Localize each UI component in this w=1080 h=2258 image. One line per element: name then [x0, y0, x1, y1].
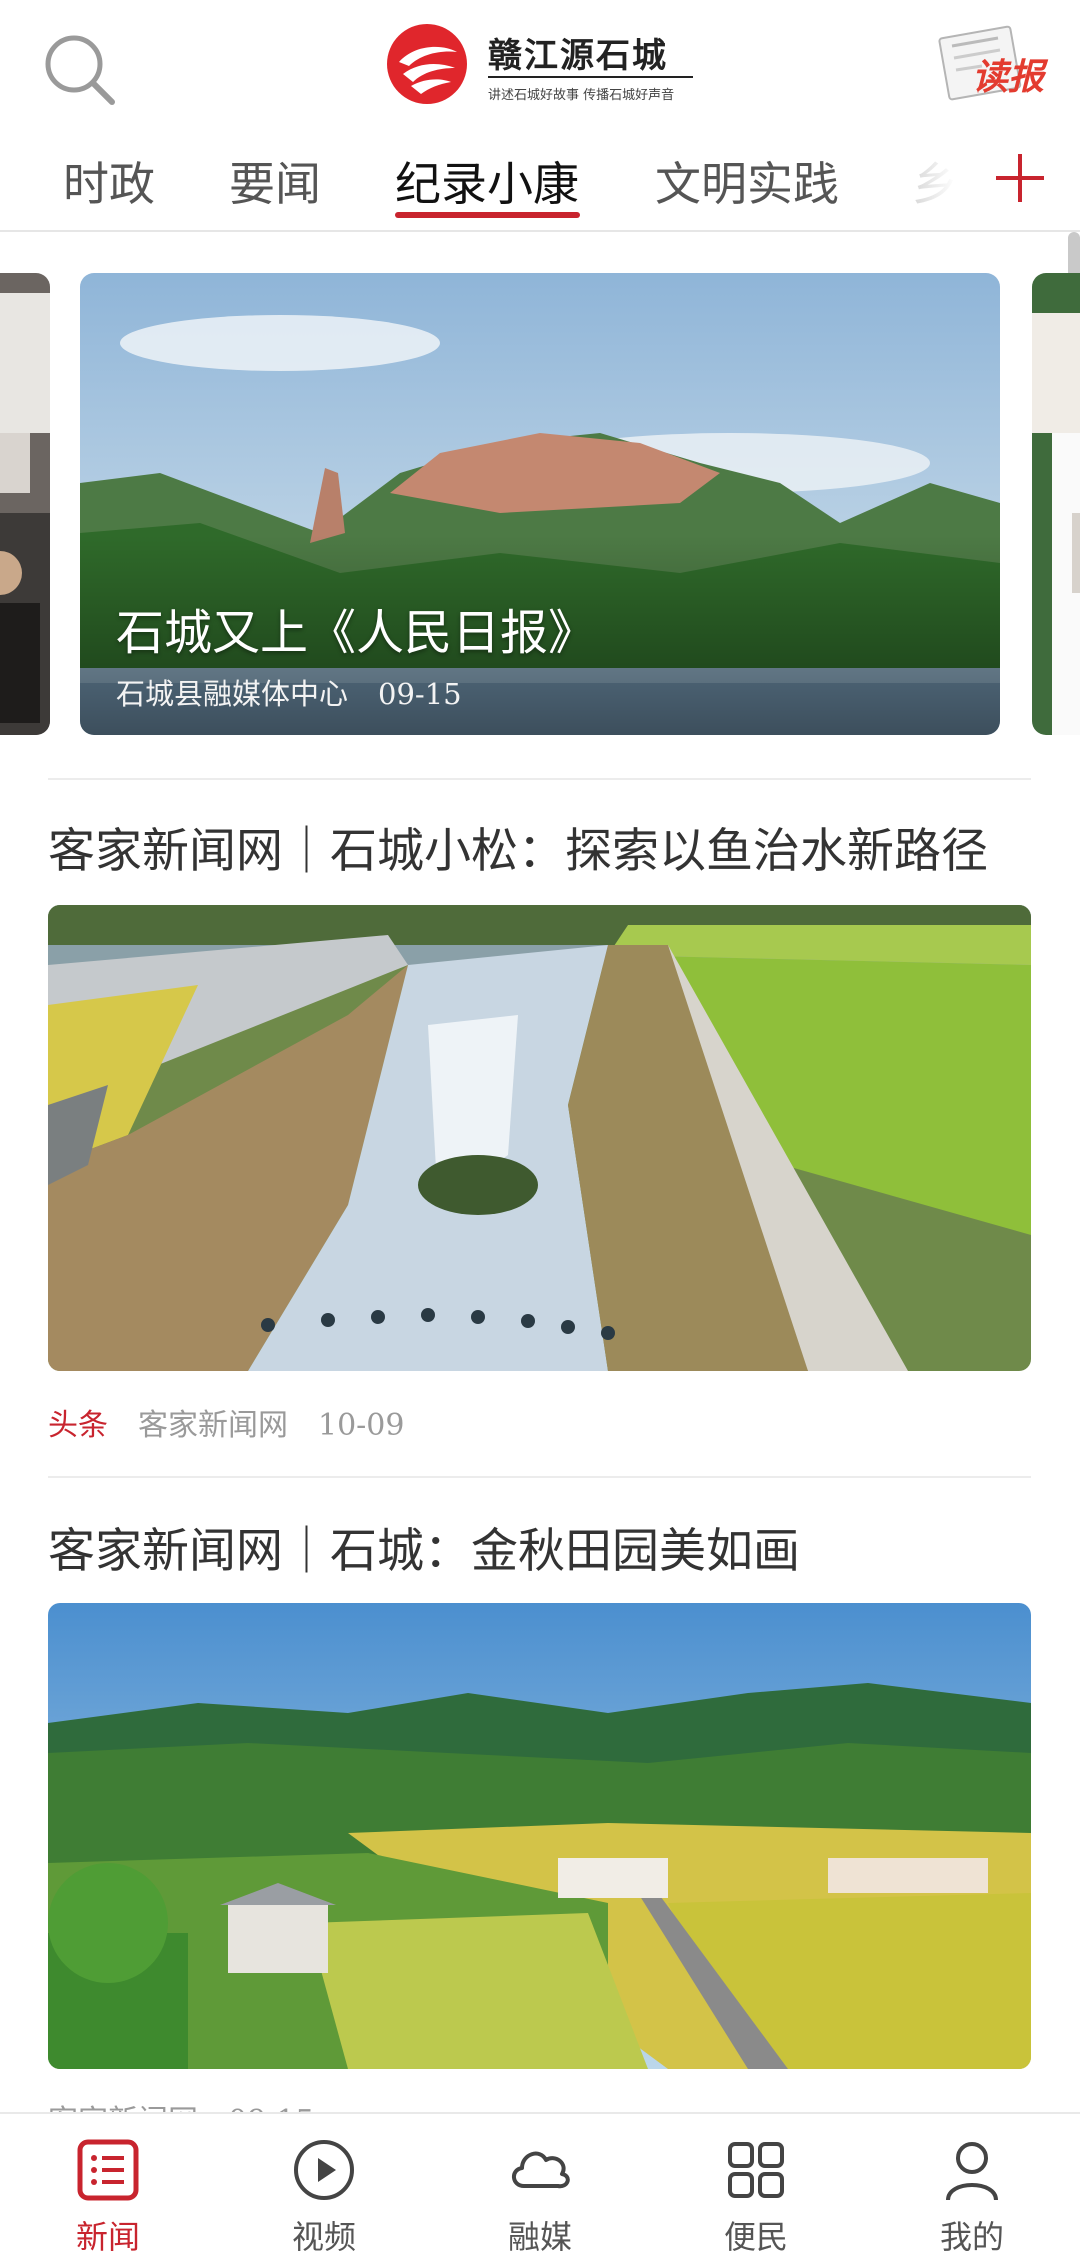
article-image-fields [48, 1603, 1031, 2069]
slide-meta: 石城县融媒体中心 09-15 [116, 671, 462, 713]
tab-politics[interactable]: 时政 [63, 148, 155, 214]
tab-civilization[interactable]: 文明实践 [655, 148, 839, 214]
article-image[interactable] [48, 905, 1031, 1371]
slide-date: 09-15 [378, 677, 462, 711]
logo-divider [488, 76, 693, 78]
nav-item-media[interactable]: 融媒 [432, 2114, 648, 2256]
play-circle-icon [294, 2140, 354, 2200]
article-image[interactable] [48, 1603, 1031, 2069]
article-title[interactable]: 客家新闻网｜石城小松：探索以鱼治水新路径 [48, 812, 988, 881]
article-image-river [48, 905, 1031, 1371]
article-date: 10-09 [318, 1408, 405, 1443]
slide-image [0, 273, 50, 735]
active-tab-indicator [395, 212, 580, 218]
carousel-slide-main[interactable]: 石城又上《人民日报》 石城县融媒体中心 09-15 [80, 273, 1000, 735]
nav-item-news[interactable]: 新闻 [0, 2114, 216, 2256]
carousel-slide-previous[interactable] [0, 273, 50, 735]
article-meta: 头条 客家新闻网 10-09 [48, 1400, 404, 1444]
slide-source: 石城县融媒体中心 [116, 677, 349, 711]
nav-label: 新闻 [75, 2218, 140, 2256]
tab-documentary[interactable]: 纪录小康 [395, 148, 579, 214]
divider [48, 1476, 1031, 1478]
search-button[interactable] [40, 30, 120, 110]
tab-fade [900, 130, 980, 226]
nav-label: 融媒 [507, 2218, 572, 2256]
tab-headlines[interactable]: 要闻 [229, 148, 321, 214]
logo-title: 赣江源石城 [488, 36, 668, 76]
headline-tag: 头条 [48, 1408, 108, 1443]
read-newspaper-label: 读报 [972, 57, 1045, 98]
app-header: 赣江源石城 讲述石城好故事 传播石城好声音 读报 [0, 0, 1080, 130]
logo-slogan: 讲述石城好故事 传播石城好声音 [488, 88, 675, 103]
plus-icon [996, 154, 1044, 202]
bottom-nav: 新闻 视频 融媒 便民 我的 [0, 2112, 1080, 2256]
slide-image [1032, 273, 1080, 735]
nav-item-video[interactable]: 视频 [216, 2114, 432, 2256]
article-title[interactable]: 客家新闻网｜石城：金秋田园美如画 [48, 1512, 800, 1581]
app-logo: 赣江源石城 讲述石城好故事 传播石城好声音 [385, 20, 695, 110]
slide-title: 石城又上《人民日报》 [116, 605, 597, 661]
article-source: 客家新闻网 [138, 1408, 288, 1443]
nav-label: 便民 [723, 2218, 788, 2256]
logo-mark-icon [387, 24, 467, 104]
nav-item-profile[interactable]: 我的 [864, 2114, 1080, 2256]
nav-label: 视频 [291, 2218, 356, 2256]
grid-icon [728, 2142, 784, 2198]
user-icon [946, 2142, 998, 2201]
search-icon [45, 35, 115, 105]
add-channel-button[interactable] [990, 148, 1050, 208]
read-newspaper-button[interactable]: 读报 [938, 24, 1048, 104]
channel-tabs: 时政 要闻 纪录小康 文明实践 乡 [0, 130, 1080, 232]
nav-label: 我的 [939, 2218, 1004, 2256]
carousel-slide-next[interactable] [1032, 273, 1080, 735]
divider [48, 778, 1031, 780]
nav-item-services[interactable]: 便民 [648, 2114, 864, 2256]
cloud-icon [512, 2151, 570, 2189]
news-list-icon [77, 2139, 139, 2201]
